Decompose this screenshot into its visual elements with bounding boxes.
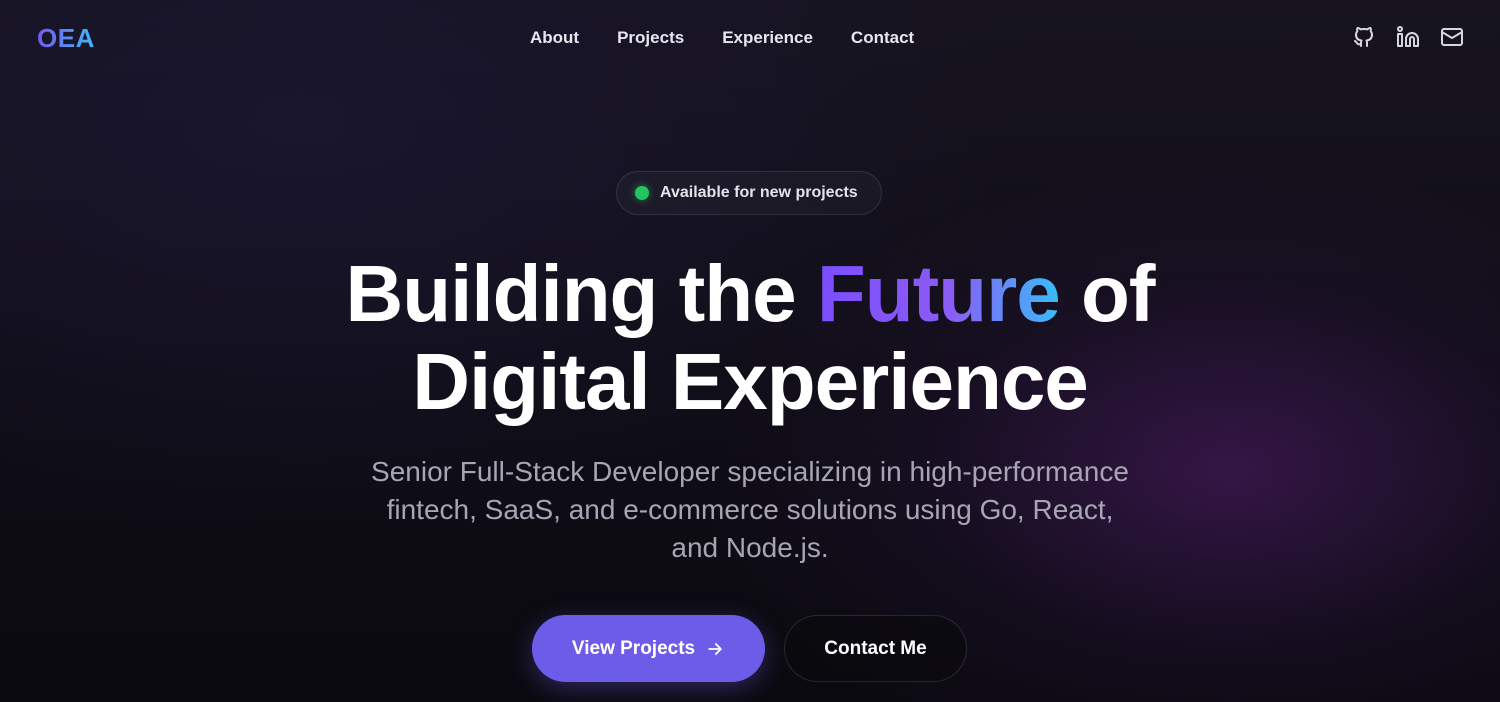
headline-part1: Building the <box>345 249 817 338</box>
mail-icon[interactable] <box>1440 25 1464 49</box>
github-icon[interactable] <box>1352 25 1376 49</box>
arrow-right-icon <box>708 642 722 655</box>
nav-link-about[interactable]: About <box>530 27 579 49</box>
nav-link-experience[interactable]: Experience <box>722 27 813 49</box>
view-projects-button[interactable]: View Projects <box>532 615 765 682</box>
status-dot-icon <box>635 186 649 200</box>
headline-line2: Digital Experience <box>412 337 1089 426</box>
headline-accent: Future <box>816 249 1061 338</box>
hero-headline: Building the Future of Digital Experienc… <box>0 250 1500 426</box>
logo[interactable]: OEA <box>37 22 95 54</box>
nav-link-contact[interactable]: Contact <box>851 27 914 49</box>
headline-part2: of <box>1059 249 1156 338</box>
main-nav: About Projects Experience Contact <box>530 27 914 49</box>
availability-badge: Available for new projects <box>616 171 882 215</box>
hero-subtitle: Senior Full-Stack Developer specializing… <box>371 456 1129 563</box>
nav-link-projects[interactable]: Projects <box>617 27 684 49</box>
site-header: OEA About Projects Experience Contact <box>0 0 1500 76</box>
social-links <box>1352 25 1464 49</box>
contact-me-label: Contact Me <box>824 637 927 659</box>
view-projects-label: View Projects <box>571 637 696 659</box>
contact-me-button[interactable]: Contact Me <box>784 615 967 682</box>
linkedin-icon[interactable] <box>1396 25 1420 49</box>
availability-text: Available for new projects <box>660 184 858 201</box>
